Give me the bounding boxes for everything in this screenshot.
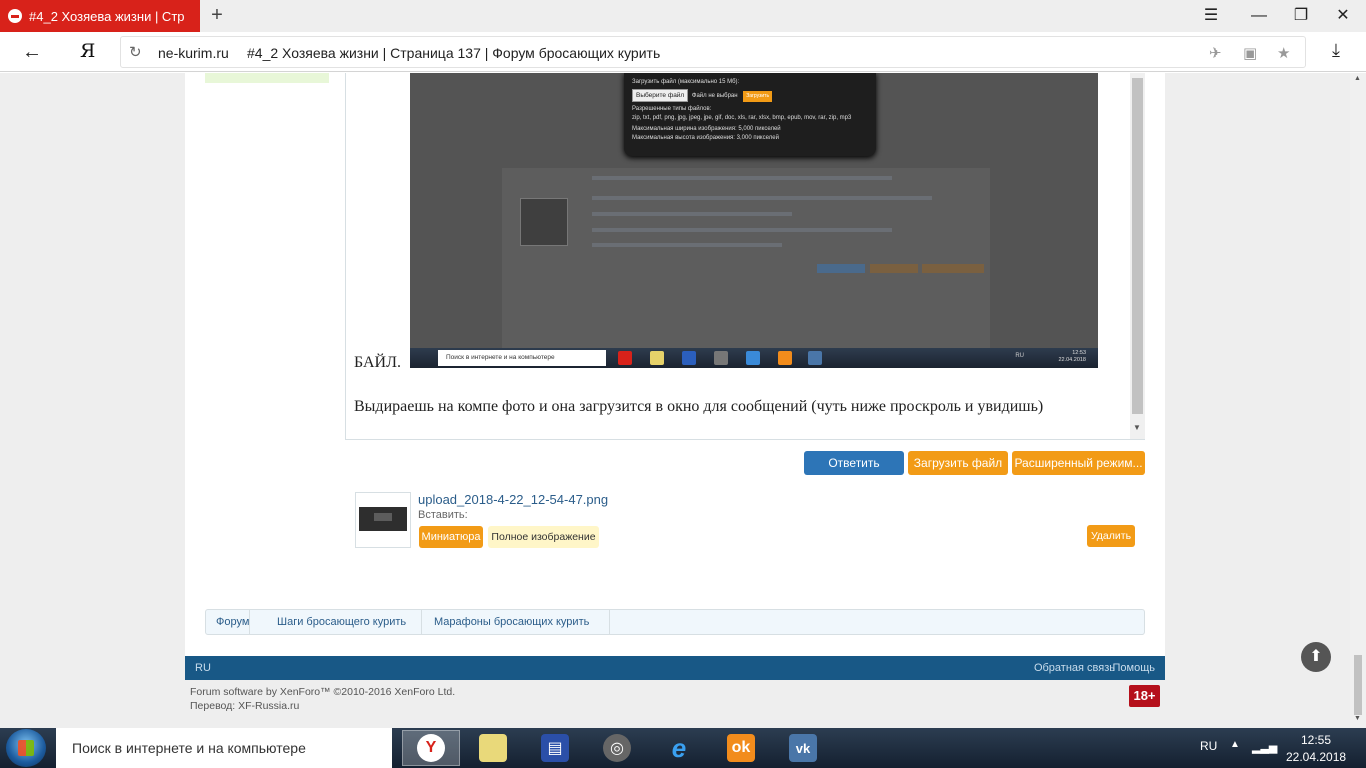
attachment-filename[interactable]: upload_2018-4-22_12-54-47.png [418, 492, 608, 507]
url-field[interactable]: ↻ ne-kurim.ru #4_2 Хозяева жизни | Стран… [120, 36, 1306, 68]
network-signal-icon[interactable]: ▂▃▅ [1252, 741, 1277, 754]
insert-thumbnail-button[interactable]: Миниатюра [419, 526, 483, 548]
url-page-title: #4_2 Хозяева жизни | Страница 137 | Фору… [247, 45, 661, 61]
tab-title: #4_2 Хозяева жизни | Стр [29, 8, 185, 24]
reload-icon[interactable]: ↻ [129, 43, 142, 61]
scroll-to-top-icon[interactable]: ⬆ [1301, 642, 1331, 672]
taskbar-search-input[interactable]: Поиск в интернете и на компьютере [56, 728, 392, 768]
back-icon[interactable]: ← [18, 39, 46, 65]
scroll-up-icon[interactable]: ▲ [1354, 75, 1361, 82]
explorer-taskbar-button[interactable] [464, 730, 522, 766]
sidebar-highlight [205, 73, 329, 83]
breadcrumb-marathons[interactable]: Марафоны бросающих курить [434, 610, 589, 634]
attachment-thumbnail[interactable] [355, 492, 411, 548]
forum-content: Загрузить файл (максимально 15 Мб): Выбе… [185, 73, 1165, 656]
editor-text-paragraph: Выдираешь на компе фото и она загрузится… [354, 398, 1044, 415]
page-viewport: Загрузить файл (максимально 15 Мб): Выбе… [0, 73, 1366, 728]
screenshot-taskbar: Поиск в интернете и на компьютере RU 12:… [410, 348, 1098, 368]
close-icon[interactable]: ✕ [1330, 4, 1356, 28]
star-icon[interactable]: ★ [1277, 44, 1290, 62]
windows-taskbar: Поиск в интернете и на компьютере Y ▤ ◎ … [0, 728, 1366, 768]
tray-expand-icon[interactable]: ▲ [1230, 739, 1240, 750]
odnoklassniki-taskbar-button[interactable]: ok [712, 730, 770, 766]
scroll-down-icon[interactable]: ▼ [1133, 423, 1141, 432]
vk-taskbar-button[interactable]: vk [774, 730, 832, 766]
editor-text-line: БАЙЛ. [354, 354, 401, 371]
restore-icon[interactable]: ❐ [1288, 4, 1314, 28]
editor-scrollbar[interactable]: ▼ [1130, 73, 1145, 439]
screenshot-forum-page [502, 168, 990, 348]
floppy-app-taskbar-button[interactable]: ▤ [526, 730, 584, 766]
chromium-icon: ◎ [603, 734, 631, 762]
floppy-icon: ▤ [541, 734, 569, 762]
translation-text: Перевод: XF-Russia.ru [190, 700, 300, 712]
insert-full-image-button[interactable]: Полное изображение [488, 526, 599, 548]
age-rating-badge: 18+ [1129, 685, 1160, 707]
chromium-taskbar-button[interactable]: ◎ [588, 730, 646, 766]
delete-attachment-button[interactable]: Удалить [1087, 525, 1135, 547]
language-link[interactable]: RU [195, 656, 211, 680]
page-scrollbar[interactable]: ▲ ▼ [1350, 73, 1366, 728]
scroll-down-icon[interactable]: ▼ [1354, 715, 1361, 722]
message-editor[interactable]: Загрузить файл (максимально 15 Мб): Выбе… [345, 73, 1145, 440]
menu-icon[interactable]: ☰ [1198, 4, 1224, 28]
minimize-button[interactable]: — [1246, 4, 1272, 28]
screenshot-choose-file: Выберите файл [632, 89, 689, 102]
breadcrumb: Форум Шаги бросающего курить Марафоны бр… [205, 609, 1145, 635]
reply-button[interactable]: Ответить [804, 451, 904, 475]
pasted-screenshot-image: Загрузить файл (максимально 15 Мб): Выбе… [410, 73, 1098, 368]
footer-bar: RU Обратная связь Помощь [185, 656, 1165, 680]
advanced-mode-button[interactable]: Расширенный режим... [1012, 451, 1145, 475]
odnoklassniki-icon: ok [727, 734, 755, 762]
url-domain: ne-kurim.ru [158, 45, 229, 61]
internet-explorer-icon: e [671, 732, 687, 763]
start-button[interactable] [6, 729, 46, 767]
feedback-link[interactable]: Обратная связь [1034, 656, 1115, 680]
upload-file-button[interactable]: Загрузить файл [908, 451, 1008, 475]
yandex-browser-taskbar-button[interactable]: Y [402, 730, 460, 766]
block-icon[interactable]: ✈ [1209, 44, 1222, 62]
screenshot-avatar [520, 198, 568, 246]
breadcrumb-forum[interactable]: Форум [216, 610, 249, 634]
vk-icon: vk [789, 734, 817, 762]
folder-icon [479, 734, 507, 762]
yandex-logo[interactable]: Я [80, 40, 95, 62]
address-bar: ← Я ↻ ne-kurim.ru #4_2 Хозяева жизни | С… [0, 32, 1366, 72]
screenshot-upload-dialog: Загрузить файл (максимально 15 Мб): Выбе… [624, 73, 876, 156]
browser-tab[interactable]: #4_2 Хозяева жизни | Стр [0, 0, 200, 32]
new-tab-button[interactable]: + [206, 4, 228, 28]
lock-icon[interactable]: ▣ [1243, 44, 1257, 62]
yandex-browser-icon: Y [417, 734, 445, 762]
browser-tab-bar: #4_2 Хозяева жизни | Стр + ☰ — ❐ ✕ [0, 0, 1366, 32]
page-scroll-thumb[interactable] [1354, 655, 1362, 715]
help-link[interactable]: Помощь [1113, 656, 1156, 680]
site-favicon-icon [8, 9, 22, 23]
clock-time[interactable]: 12:55 [1296, 733, 1336, 747]
clock-date[interactable]: 22.04.2018 [1286, 750, 1346, 764]
insert-label: Вставить: [418, 509, 468, 521]
keyboard-language[interactable]: RU [1200, 739, 1217, 753]
breadcrumb-steps[interactable]: Шаги бросающего курить [277, 610, 406, 634]
download-icon[interactable]: ⤓ [1332, 40, 1340, 61]
copyright-text: Forum software by XenForo™ ©2010-2016 Xe… [190, 686, 456, 698]
editor-scroll-thumb[interactable] [1132, 78, 1143, 414]
internet-explorer-taskbar-button[interactable]: e [650, 730, 708, 766]
